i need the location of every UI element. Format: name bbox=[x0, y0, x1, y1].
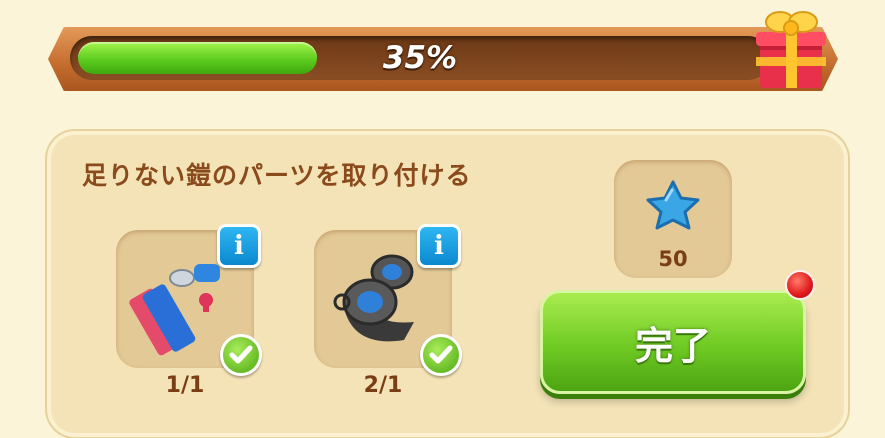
reward-value: 50 bbox=[658, 247, 688, 271]
blue-star-icon bbox=[646, 180, 700, 230]
progress-percent: 35% bbox=[382, 40, 458, 76]
check-icon bbox=[420, 334, 462, 376]
check-icon bbox=[220, 334, 262, 376]
info-button-glue[interactable]: i bbox=[217, 224, 261, 268]
complete-button[interactable]: 完了 bbox=[540, 290, 806, 394]
info-button-tape[interactable]: i bbox=[417, 224, 461, 268]
task-title: 足りない鎧のパーツを取り付ける bbox=[82, 161, 472, 190]
complete-button-label: 完了 bbox=[634, 324, 711, 368]
item-count-tape: 2/1 bbox=[363, 373, 403, 398]
progress-track: 35% bbox=[70, 36, 770, 80]
item-count-glue: 1/1 bbox=[165, 373, 205, 398]
notification-dot bbox=[785, 270, 815, 300]
gift-box-icon[interactable] bbox=[750, 2, 832, 94]
